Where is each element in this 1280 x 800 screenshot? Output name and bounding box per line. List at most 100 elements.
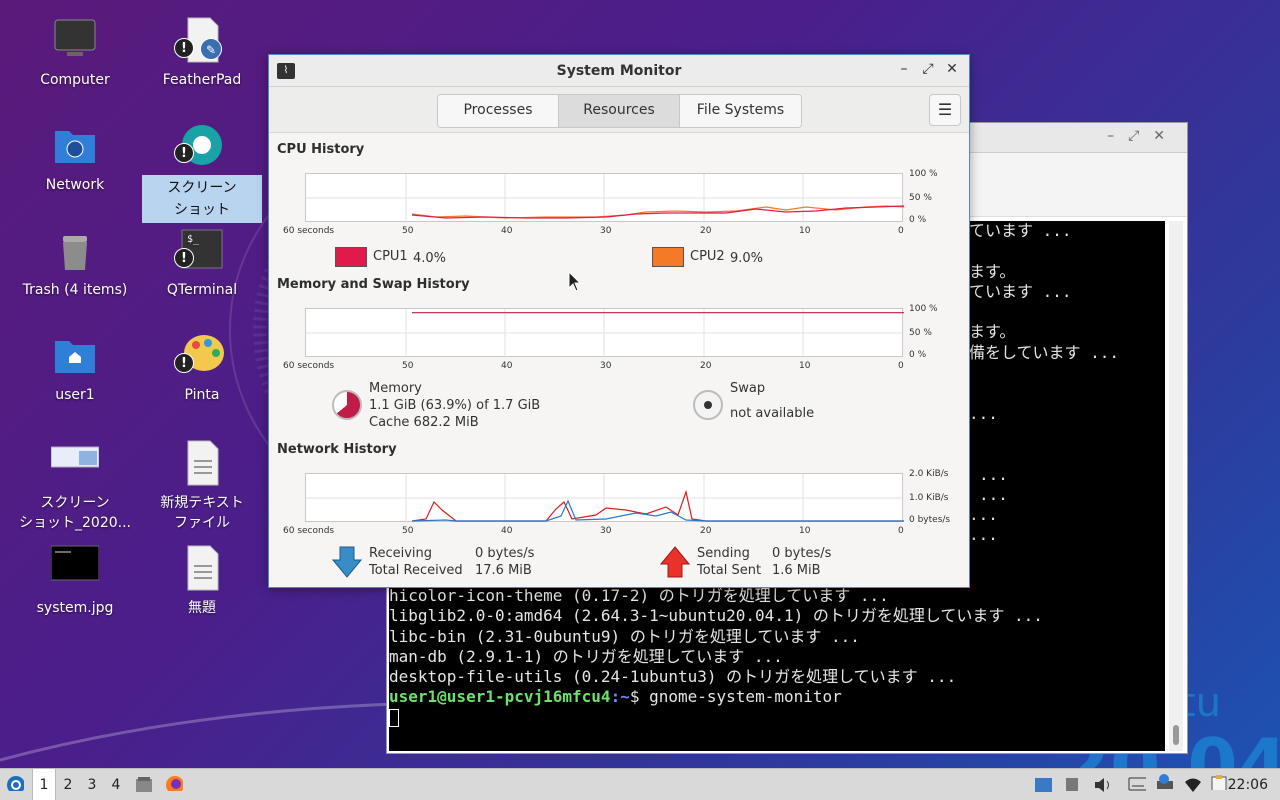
- memory-usage: 1.1 GiB (63.9%) of 1.7 GiB: [369, 398, 541, 413]
- palette-icon: !: [174, 331, 226, 379]
- workspace-4[interactable]: 4: [104, 769, 128, 800]
- desktop-icon-featherpad[interactable]: ! ✎ FeatherPad: [142, 16, 262, 90]
- desktop-icon-label: 新規テキスト ファイル: [160, 495, 244, 531]
- desktop-icon-label: スクリーン ショット: [142, 175, 262, 223]
- text-file-icon: [178, 439, 226, 487]
- network-history-title: Network History: [277, 442, 397, 457]
- window-title: System Monitor: [556, 63, 682, 79]
- desktop-icon-system-jpg[interactable]: system.jpg: [15, 544, 135, 618]
- terminal-line: 備をしています ...: [969, 342, 1120, 362]
- network-y-tick: 1.0 KiB/s: [909, 493, 949, 503]
- svg-text:$_: $_: [187, 234, 200, 245]
- image-thumbnail-icon: [50, 544, 100, 592]
- system-monitor-window[interactable]: ⌇ System Monitor – ⤢ ✕ Processes Resourc…: [268, 54, 970, 588]
- network-x-tick: 30: [600, 526, 612, 536]
- scrollbar-thumb[interactable]: [1173, 725, 1179, 745]
- cpu2-value: 9.0%: [730, 251, 764, 266]
- firefox-icon[interactable]: [165, 775, 183, 791]
- desktop-icon-computer[interactable]: Computer: [15, 16, 135, 90]
- total-received-value: 17.6 MiB: [475, 563, 532, 578]
- minimize-icon[interactable]: –: [895, 61, 913, 77]
- terminal-line: ています ...: [969, 281, 1072, 301]
- start-menu-icon[interactable]: [6, 775, 24, 791]
- cpu2-color-swatch[interactable]: [652, 247, 684, 267]
- desktop-icon-untitled[interactable]: 無題: [142, 544, 262, 618]
- memory-x-tick: 60 seconds: [283, 361, 335, 371]
- warning-badge-icon: !: [174, 38, 194, 58]
- desktop-icon-screenshot-app[interactable]: ! スクリーン ショット: [142, 121, 262, 223]
- cpu-graph: [305, 173, 904, 223]
- cpu-x-tick: 50: [402, 226, 414, 236]
- desktop-icon-network[interactable]: Network: [15, 121, 135, 195]
- receiving-arrow-icon[interactable]: [332, 546, 362, 578]
- desktop-icon-screenshot-file[interactable]: スクリーン ショット_2020...: [15, 439, 135, 533]
- desktop-icon-label: FeatherPad: [162, 72, 242, 88]
- volume-icon[interactable]: [1094, 777, 1112, 793]
- terminal-window-controls[interactable]: –⤢✕: [1107, 128, 1179, 144]
- clock[interactable]: 22:06: [1228, 769, 1268, 800]
- update-notification-icon[interactable]: [1155, 773, 1173, 789]
- cpu1-color-swatch[interactable]: [335, 247, 367, 267]
- network-x-tick: 40: [501, 526, 513, 536]
- hamburger-menu-icon[interactable]: ☰: [929, 94, 961, 126]
- cpu-x-tick: 10: [799, 226, 811, 236]
- terminal-line: man-db (2.9.1-1) のトリガを処理しています ...: [389, 646, 783, 666]
- cpu-x-tick: 20: [700, 226, 712, 236]
- tab-file-systems[interactable]: File Systems: [680, 95, 801, 127]
- terminal-line: ています ...: [969, 221, 1072, 240]
- warning-badge-icon: !: [174, 353, 194, 373]
- terminal-line: ます。: [969, 261, 1016, 281]
- tab-processes[interactable]: Processes: [438, 95, 559, 127]
- wifi-icon[interactable]: [1184, 777, 1202, 793]
- swap-pie-icon[interactable]: [693, 390, 723, 420]
- clipboard-icon[interactable]: [1065, 775, 1083, 791]
- home-folder-icon: [51, 331, 99, 379]
- camera-shutter-icon: !: [174, 121, 226, 169]
- warning-badge-icon: !: [174, 143, 194, 163]
- tab-resources[interactable]: Resources: [559, 95, 680, 127]
- memory-y-tick: 100 %: [909, 304, 938, 314]
- swap-status: not available: [730, 406, 815, 421]
- desktop-icon-user1[interactable]: user1: [15, 331, 135, 405]
- file-manager-icon[interactable]: [135, 776, 153, 792]
- desktop-icon-new-text-file[interactable]: 新規テキスト ファイル: [142, 439, 262, 533]
- maximize-icon[interactable]: ⤢: [919, 61, 937, 77]
- memory-x-tick: 40: [501, 361, 513, 371]
- memory-x-tick: 10: [799, 361, 811, 371]
- prompt-command: gnome-system-monitor: [639, 687, 842, 707]
- memory-pie-icon[interactable]: [332, 390, 362, 420]
- terminal-line: libc-bin (2.31-0ubuntu9) のトリガを処理しています ..…: [389, 626, 860, 646]
- desktop-icon-qterminal[interactable]: $_! QTerminal: [142, 226, 262, 300]
- battery-clipboard-icon[interactable]: [1210, 774, 1228, 790]
- sysmon-titlebar[interactable]: ⌇ System Monitor – ⤢ ✕: [269, 55, 969, 87]
- sending-label: Sending: [697, 546, 750, 561]
- close-icon[interactable]: ✕: [943, 61, 961, 77]
- mouse-pointer-icon: [568, 271, 582, 292]
- image-thumbnail-icon: [50, 439, 100, 487]
- cpu-y-tick: 0 %: [909, 215, 927, 225]
- receiving-label: Receiving: [369, 546, 433, 561]
- workspace-1[interactable]: 1: [32, 769, 56, 800]
- receiving-value: 0 bytes/s: [475, 546, 535, 561]
- network-y-tick: 0 bytes/s: [909, 515, 951, 525]
- sending-arrow-icon[interactable]: [660, 546, 690, 578]
- desktop-icon-label: Pinta: [184, 387, 220, 403]
- terminal-line: hicolor-icon-theme (0.17-2) のトリガを処理しています…: [389, 586, 889, 605]
- cpu-x-tick: 40: [501, 226, 513, 236]
- desktop-icon-pinta[interactable]: ! Pinta: [142, 331, 262, 405]
- memory-y-tick: 0 %: [909, 350, 927, 360]
- terminal-cursor: [389, 709, 399, 728]
- desktop-show-icon[interactable]: [1034, 777, 1052, 793]
- keyboard-icon[interactable]: [1128, 777, 1146, 793]
- desktop-icon-label: QTerminal: [166, 282, 238, 298]
- workspace-3[interactable]: 3: [80, 769, 104, 800]
- network-x-tick: 50: [402, 526, 414, 536]
- desktop-icon-trash[interactable]: Trash (4 items): [15, 226, 135, 300]
- desktop-icon-label: Trash (4 items): [22, 282, 128, 298]
- workspace-2[interactable]: 2: [56, 769, 80, 800]
- text-editor-icon: ! ✎: [174, 16, 226, 64]
- network-folder-icon: [51, 121, 99, 169]
- terminal-scrollbar[interactable]: [1169, 221, 1183, 751]
- memory-x-tick: 0: [898, 361, 904, 371]
- memory-label: Memory: [369, 381, 422, 396]
